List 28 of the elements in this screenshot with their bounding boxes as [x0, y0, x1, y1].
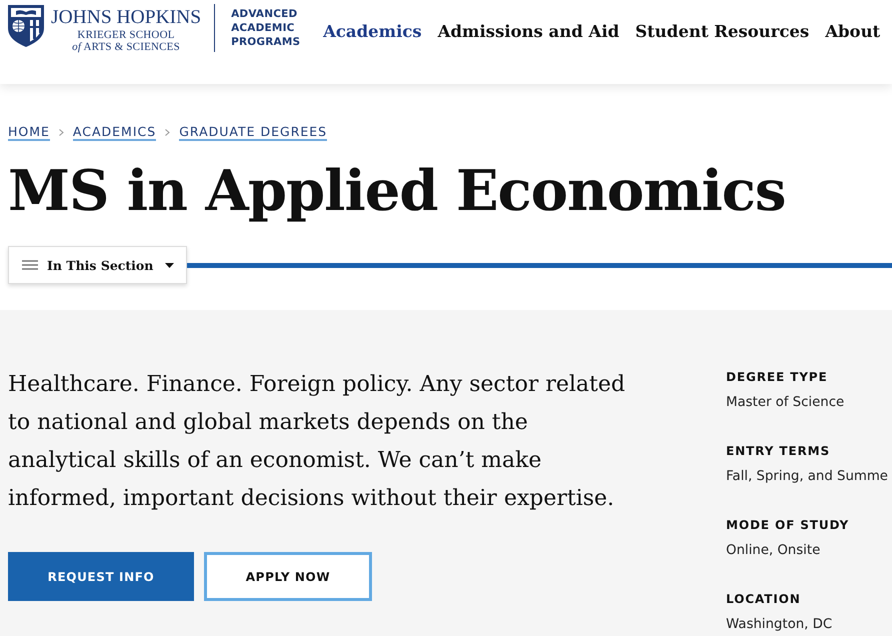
breadcrumb-link[interactable]: HOME [8, 124, 50, 141]
breadcrumb-link[interactable]: ACADEMICS [72, 124, 156, 141]
fact-value: Master of Science [726, 394, 846, 412]
nav-link[interactable]: About [825, 21, 880, 43]
fact-value: Washington, DC [726, 616, 834, 634]
intro-paragraph: Healthcare. Finance. Foreign policy. Any sector related to national and global markets depends on the analytical skills of an economist. We can’t make informed, important decisions without their expertise. [8, 371, 626, 513]
apply-now-button[interactable]: APPLY NOW [204, 552, 372, 601]
school-name: KRIEGER SCHOOL [77, 29, 175, 41]
fact-value: Fall, Spring, and Summe [726, 468, 889, 486]
program-name: ADVANCED ACADEMIC PROGRAMS [214, 4, 300, 52]
fact-label: LOCATION [726, 592, 802, 607]
shield-logo-icon [8, 5, 44, 47]
caret-icon [165, 262, 174, 268]
breadcrumb-link[interactable]: GRADUATE DEGREES [179, 124, 328, 141]
menu-icon [22, 260, 38, 270]
request-info-button[interactable]: REQUEST INFO [8, 552, 194, 601]
chevron-icon [58, 129, 64, 136]
fact-label: ENTRY TERMS [726, 444, 831, 459]
nav-link[interactable]: Admissions and Aid [438, 21, 620, 43]
chevron-icon [165, 129, 170, 136]
section-menu-button[interactable]: In This Section [8, 246, 188, 284]
fact-label: MODE OF STUDY [726, 518, 850, 533]
fact-value: Online, Onsite [726, 542, 822, 560]
nav-link[interactable]: Student Resources [635, 21, 810, 43]
page-title: MS in Applied Economics [8, 157, 786, 226]
university-name: JOHNS HOPKINS [51, 7, 202, 29]
fact-label: DEGREE TYPE [726, 370, 829, 385]
nav-link[interactable]: Academics [323, 21, 422, 43]
